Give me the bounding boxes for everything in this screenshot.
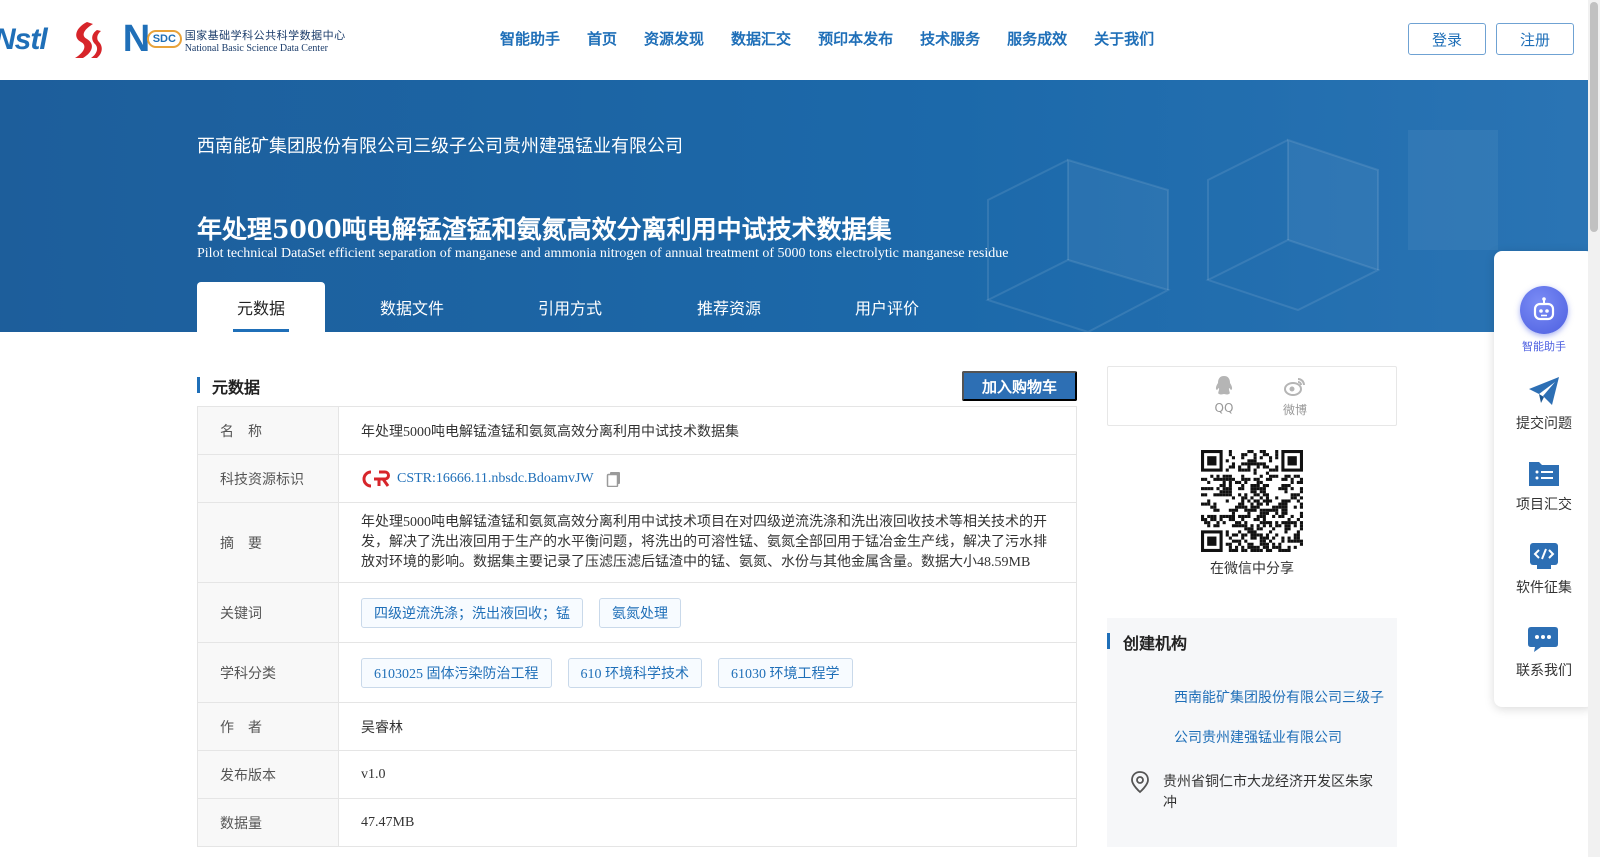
- folder-list-icon: [1529, 462, 1559, 486]
- paper-plane-icon: [1529, 377, 1559, 405]
- row-value-name: 年处理5000吨电解锰渣锰和氨氮高效分离利用中试技术数据集: [361, 424, 739, 440]
- float-contact-label: 联系我们: [1516, 663, 1572, 679]
- metadata-section-header: 元数据 加入购物车: [197, 370, 1077, 401]
- nsdc-name-en: National Basic Science Data Center: [184, 42, 328, 54]
- subject-tag[interactable]: 6103025 固体污染防治工程: [361, 657, 552, 688]
- section-accent-bar: [1107, 633, 1110, 649]
- nav-home[interactable]: 首页: [587, 28, 617, 49]
- table-row: 数据量 47.47MB: [198, 799, 1076, 847]
- float-project-submission[interactable]: 项目汇交: [1494, 458, 1594, 514]
- row-value-version: v1.0: [361, 766, 386, 782]
- share-weibo-label: 微博: [1282, 403, 1307, 417]
- row-label-size: 数据量: [198, 799, 339, 846]
- share-qq-label: QQ: [1214, 401, 1234, 415]
- table-row: 科技资源标识 CSTR:16666.11.nbsdc.BdoamvJW: [198, 455, 1076, 503]
- dataset-banner: 西南能矿集团股份有限公司三级子公司贵州建强锰业有限公司 年处理5000吨电解锰渣…: [0, 80, 1588, 332]
- tab-citation[interactable]: 引用方式: [499, 282, 641, 332]
- row-label-version: 发布版本: [198, 751, 339, 798]
- creator-address: 贵州省铜仁市大龙经济开发区朱家冲: [1163, 774, 1373, 811]
- floating-toolbar: 智能助手 提交问题 项目汇交 软件征集 联系我们: [1494, 251, 1594, 707]
- creator-org-link[interactable]: 西南能矿集团股份有限公司三级子公司贵州建强锰业有限公司: [1174, 678, 1384, 758]
- login-button[interactable]: 登录: [1408, 23, 1486, 55]
- row-label-keywords: 关键词: [198, 583, 339, 642]
- section-accent-bar: [197, 377, 200, 393]
- float-software-collection[interactable]: 软件征集: [1494, 541, 1594, 597]
- float-submit-question[interactable]: 提交问题: [1494, 375, 1594, 433]
- share-qq[interactable]: QQ: [1204, 375, 1244, 415]
- main-nav: 智能助手 首页 资源发现 数据汇交 预印本发布 技术服务 服务成效 关于我们: [500, 28, 1181, 49]
- location-pin-icon: [1131, 771, 1149, 794]
- share-box: QQ 微博: [1107, 366, 1397, 426]
- nav-ai-assistant[interactable]: 智能助手: [500, 28, 560, 49]
- keyword-tag[interactable]: 氨氮处理: [599, 597, 681, 628]
- row-label-abstract: 摘 要: [198, 503, 339, 582]
- nav-tech-service[interactable]: 技术服务: [920, 28, 980, 49]
- nav-service-results[interactable]: 服务成效: [1007, 28, 1067, 49]
- share-weibo[interactable]: 微博: [1275, 375, 1315, 418]
- float-project-label: 项目汇交: [1516, 497, 1572, 513]
- metadata-table: 名 称 年处理5000吨电解锰渣锰和氨氮高效分离利用中试技术数据集 科技资源标识…: [197, 406, 1077, 847]
- nav-data-submission[interactable]: 数据汇交: [731, 28, 791, 49]
- copy-icon[interactable]: [606, 471, 622, 487]
- tab-metadata[interactable]: 元数据: [197, 282, 325, 332]
- float-contact-us[interactable]: 联系我们: [1494, 624, 1594, 680]
- section-title: 元数据: [212, 378, 261, 397]
- register-button[interactable]: 注册: [1496, 23, 1574, 55]
- publisher-org[interactable]: 西南能矿集团股份有限公司三级子公司贵州建强锰业有限公司: [197, 132, 683, 158]
- scrollbar-thumb[interactable]: [1590, 2, 1598, 232]
- robot-icon: [1520, 286, 1568, 334]
- subject-tag[interactable]: 610 环境科学技术: [567, 657, 702, 688]
- nsdc-mark-icon: N SDC: [121, 18, 183, 60]
- table-row: 作 者 吴睿林: [198, 703, 1076, 751]
- table-row: 学科分类 6103025 固体污染防治工程 610 环境科学技术 61030 环…: [198, 643, 1076, 703]
- detail-tabs: 元数据 数据文件 引用方式 推荐资源 用户评价: [197, 282, 957, 332]
- row-value-abstract: 年处理5000吨电解锰渣锰和氨氮高效分离利用中试技术项目在对四级逆流洗涤和洗出液…: [361, 514, 1047, 570]
- tab-recommended[interactable]: 推荐资源: [641, 282, 817, 332]
- logo-group: Nstl N SDC 国家基础学科公共科学数据中心 National Basic…: [0, 18, 346, 62]
- weibo-icon: [1284, 378, 1305, 396]
- qq-icon: [1215, 376, 1233, 395]
- cstr-link[interactable]: CSTR:16666.11.nbsdc.BdoamvJW: [397, 471, 594, 487]
- table-row: 名 称 年处理5000吨电解锰渣锰和氨氮高效分离利用中试技术数据集: [198, 407, 1076, 455]
- chat-bubble-icon: [1528, 627, 1558, 652]
- creator-org-panel: 创建机构 西南能矿集团股份有限公司三级子公司贵州建强锰业有限公司 贵州省铜仁市大…: [1107, 618, 1397, 847]
- add-to-cart-button[interactable]: 加入购物车: [962, 371, 1077, 401]
- float-ai-label: 智能助手: [1522, 340, 1566, 353]
- page-scrollbar[interactable]: [1588, 0, 1600, 857]
- cstr-logo-icon: [362, 470, 390, 487]
- dataset-title-en: Pilot technical DataSet efficient separa…: [197, 246, 1009, 261]
- row-value-size: 47.47MB: [361, 814, 415, 830]
- table-row: 摘 要 年处理5000吨电解锰渣锰和氨氮高效分离利用中试技术项目在对四级逆流洗涤…: [198, 503, 1076, 583]
- wechat-qr-code: [1201, 450, 1303, 552]
- row-label-author: 作 者: [198, 703, 339, 750]
- keyword-tag[interactable]: 四级逆流洗涤；洗出液回收；锰: [361, 597, 583, 628]
- tab-data-files[interactable]: 数据文件: [325, 282, 499, 332]
- float-submit-label: 提交问题: [1516, 416, 1572, 432]
- nsdc-name-cn: 国家基础学科公共科学数据中心: [184, 28, 346, 42]
- wechat-share-caption: 在微信中分享: [1210, 561, 1294, 577]
- table-row: 发布版本 v1.0: [198, 751, 1076, 799]
- subject-tag[interactable]: 61030 环境工程学: [718, 657, 853, 688]
- code-icon: [1530, 543, 1558, 569]
- creator-title: 创建机构: [1123, 634, 1188, 653]
- nav-preprint[interactable]: 预印本发布: [818, 28, 893, 49]
- row-label-name: 名 称: [198, 407, 339, 454]
- row-label-subjects: 学科分类: [198, 643, 339, 702]
- cstr-identifier[interactable]: CSTR:16666.11.nbsdc.BdoamvJW: [361, 470, 594, 488]
- cas-logo-icon[interactable]: [65, 20, 105, 60]
- float-software-label: 软件征集: [1516, 580, 1572, 596]
- nstl-logo[interactable]: Nstl: [0, 23, 48, 57]
- row-value-author: 吴睿林: [361, 720, 403, 736]
- float-ai-assistant[interactable]: 智能助手: [1494, 286, 1594, 354]
- tab-reviews[interactable]: 用户评价: [817, 282, 957, 332]
- table-row: 关键词 四级逆流洗涤；洗出液回收；锰 氨氮处理: [198, 583, 1076, 643]
- nav-resource-discovery[interactable]: 资源发现: [644, 28, 704, 49]
- nav-about[interactable]: 关于我们: [1094, 28, 1154, 49]
- banner-decoration-graphic: [985, 130, 1498, 332]
- site-header: Nstl N SDC 国家基础学科公共科学数据中心 National Basic…: [0, 0, 1588, 80]
- dataset-title-cn: 年处理5000吨电解锰渣锰和氨氮高效分离利用中试技术数据集: [197, 215, 892, 244]
- row-label-id: 科技资源标识: [198, 455, 339, 502]
- nsdc-logo[interactable]: N SDC 国家基础学科公共科学数据中心 National Basic Scie…: [121, 18, 346, 60]
